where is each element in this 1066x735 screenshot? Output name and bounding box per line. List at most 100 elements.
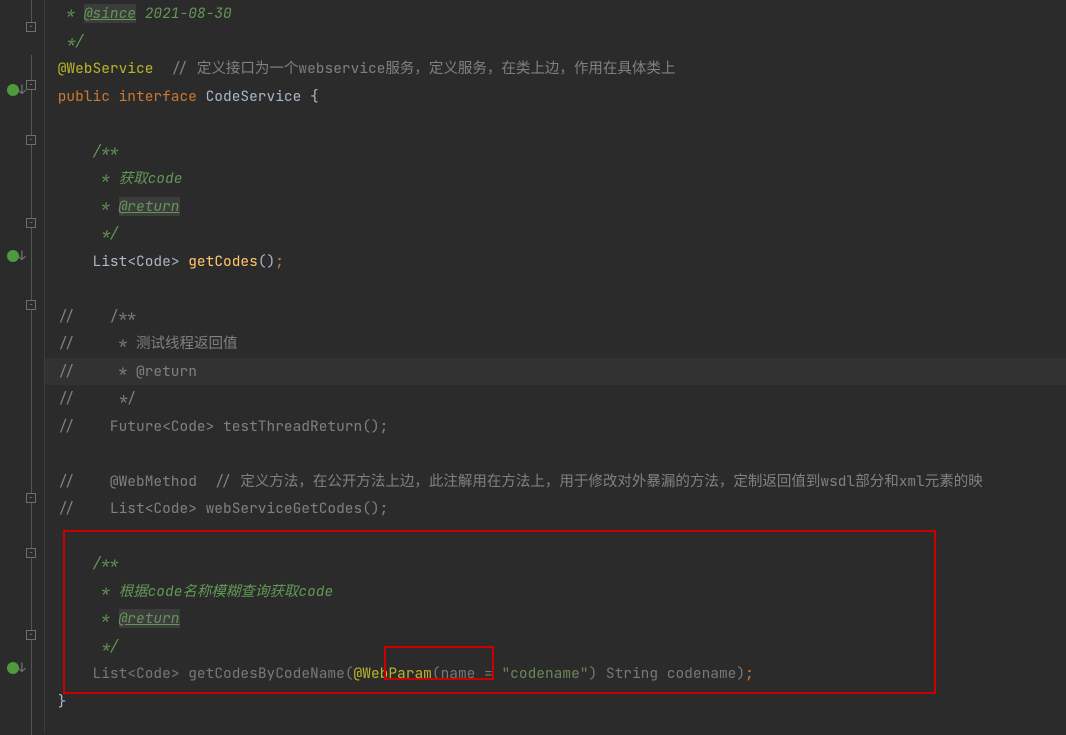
brace: } [49, 692, 66, 711]
comment: // * 测试线程返回值 [49, 334, 238, 353]
doc-tag: @return [119, 197, 180, 216]
fold-icon[interactable]: − [26, 22, 36, 32]
type: List [93, 252, 128, 271]
code-line[interactable]: // Future<Code> testThreadReturn(); [45, 413, 1066, 441]
method-name: getCodesByCodeName [188, 664, 345, 683]
indent [49, 554, 93, 573]
param: codename [667, 664, 737, 683]
doc-tag: @return [119, 609, 180, 628]
annotation: @WebService [49, 59, 153, 78]
fold-icon[interactable]: − [26, 135, 36, 145]
code-line[interactable]: // * @return [45, 358, 1066, 386]
doc-star: * [101, 197, 118, 216]
doc-end: */ [101, 637, 118, 656]
doc-text: * 获取code [101, 169, 182, 188]
code-line[interactable]: /** [45, 138, 1066, 166]
paren: ( [432, 664, 441, 683]
paren: ) [736, 664, 745, 683]
doc-tag: @since [84, 4, 136, 23]
brace: { [310, 87, 319, 106]
override-marker-icon[interactable]: ↓ [2, 246, 24, 266]
comment: // Future<Code> testThreadReturn(); [49, 417, 388, 436]
indent [49, 582, 101, 601]
semicolon: ; [745, 664, 754, 683]
code-line[interactable]: // */ [45, 385, 1066, 413]
semicolon: ; [275, 252, 284, 271]
string: "codename" [501, 664, 588, 683]
override-marker-icon[interactable]: ↓ [2, 658, 24, 678]
code-line[interactable]: // * 测试线程返回值 [45, 330, 1066, 358]
code-area[interactable]: * @since 2021-08-30 */ @WebService // 定义… [45, 0, 1066, 734]
doc-end: */ [101, 224, 118, 243]
code-line[interactable]: * 根据code名称模糊查询获取code [45, 578, 1066, 606]
fold-icon[interactable]: − [26, 300, 36, 310]
code-editor[interactable]: ↓ ↓ ↓ − − − − − − − − * @since 2021-08-3… [0, 0, 1066, 734]
comment: // 定义方法，在公开方法上边，此注解用在方法上，用于修改对外暴漏的方法，定制返… [206, 472, 983, 491]
code-line[interactable]: * 获取code [45, 165, 1066, 193]
code-line[interactable]: */ [45, 220, 1066, 248]
fold-icon[interactable]: − [26, 548, 36, 558]
override-marker-icon[interactable]: ↓ [2, 80, 24, 100]
fold-icon[interactable]: − [26, 493, 36, 503]
keyword: interface [119, 87, 206, 106]
fold-icon[interactable]: − [26, 630, 36, 640]
indent [49, 169, 101, 188]
doc-star: * [66, 4, 83, 23]
comment: // /** [49, 307, 136, 326]
code-line[interactable]: /** [45, 550, 1066, 578]
code-line[interactable] [45, 440, 1066, 468]
code-line[interactable]: */ [45, 633, 1066, 661]
code-line[interactable]: // @WebMethod // 定义方法，在公开方法上边，此注解用在方法上，用… [45, 468, 1066, 496]
code-line[interactable]: // /** [45, 303, 1066, 331]
gutter: ↓ ↓ ↓ − − − − − − − − [0, 0, 45, 734]
code-line[interactable]: * @since 2021-08-30 [45, 0, 1066, 28]
indent [49, 664, 93, 683]
paren: ) [588, 664, 605, 683]
indent [49, 252, 93, 271]
type: List [93, 664, 128, 683]
doc-end: */ [66, 32, 83, 51]
indent [49, 4, 66, 23]
angle: < [127, 664, 136, 683]
type-name: CodeService [206, 87, 310, 106]
code-line[interactable] [45, 110, 1066, 138]
method-name: getCodes [188, 252, 258, 271]
code-line[interactable]: * @return [45, 193, 1066, 221]
type: String [606, 664, 667, 683]
fold-icon[interactable]: − [26, 218, 36, 228]
code-line[interactable]: } [45, 688, 1066, 716]
doc-start: /** [93, 142, 119, 161]
paren: ( [345, 664, 354, 683]
indent [49, 197, 101, 216]
code-line[interactable] [45, 275, 1066, 303]
annotation: @WebParam [354, 664, 432, 683]
angle: > [171, 664, 188, 683]
code-line[interactable]: List<Code> getCodesByCodeName(@WebParam(… [45, 660, 1066, 688]
indent [49, 32, 66, 51]
fold-icon[interactable]: − [26, 80, 36, 90]
comment: // */ [49, 389, 136, 408]
angle: > [171, 252, 188, 271]
indent [49, 637, 101, 656]
code-line[interactable]: @WebService // 定义接口为一个webservice服务，定义服务，… [45, 55, 1066, 83]
code-line[interactable] [45, 523, 1066, 551]
angle: < [127, 252, 136, 271]
comment: // List<Code> webServiceGetCodes(); [49, 499, 388, 518]
keyword: public [49, 87, 119, 106]
doc-text: 2021-08-30 [136, 4, 232, 23]
code-line[interactable]: // List<Code> webServiceGetCodes(); [45, 495, 1066, 523]
comment: // * @return [49, 362, 197, 381]
doc-text: * 根据code名称模糊查询获取code [101, 582, 333, 601]
indent [49, 224, 101, 243]
code-line[interactable]: List<Code> getCodes(); [45, 248, 1066, 276]
indent [49, 609, 101, 628]
doc-star: * [101, 609, 118, 628]
type: Code [136, 664, 171, 683]
code-line[interactable]: public interface CodeService { [45, 83, 1066, 111]
code-line[interactable]: * @return [45, 605, 1066, 633]
code-line[interactable]: */ [45, 28, 1066, 56]
indent [49, 142, 93, 161]
doc-start: /** [93, 554, 119, 573]
param-key: name = [441, 664, 502, 683]
comment: // 定义接口为一个webservice服务，定义服务，在类上边，作用在具体类上 [153, 59, 675, 78]
